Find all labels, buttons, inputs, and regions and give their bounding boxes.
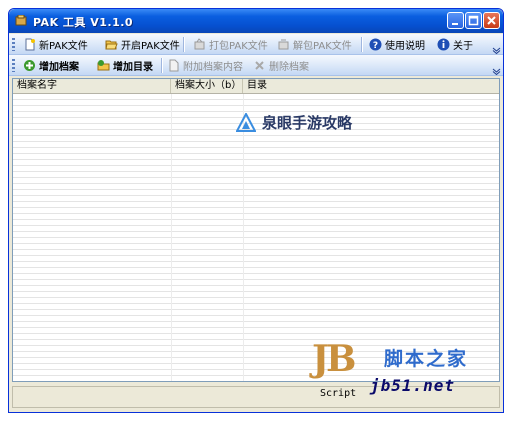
delete-icon <box>255 61 264 70</box>
close-icon <box>487 16 496 25</box>
minimize-icon <box>452 23 458 25</box>
column-divider <box>171 94 172 381</box>
open-pak-button[interactable]: 开启PAK文件 <box>105 37 180 52</box>
toolbar-separator <box>161 58 163 73</box>
help-button[interactable]: ? 使用说明 <box>369 37 425 52</box>
center-watermark: 泉眼手游攻略 <box>236 112 352 133</box>
list-header: 档案名字 档案大小（b） 目录 <box>13 79 499 94</box>
toolbar-separator <box>361 37 363 52</box>
close-button[interactable] <box>483 12 500 29</box>
file-toolbar: 增加档案 增加目录 附加档案内容 删除档案 <box>9 55 503 76</box>
title-bar[interactable]: PAK 工具 V1.1.0 <box>9 9 503 33</box>
column-divider <box>243 94 244 381</box>
watermark-logo-icon <box>236 112 256 132</box>
append-content-label: 附加档案内容 <box>183 62 243 73</box>
svg-text:?: ? <box>373 41 378 51</box>
main-toolbar: 新PAK文件 开启PAK文件 打包PAK文件 解包PAK文件 ? 使用说明 关于 <box>9 34 503 55</box>
help-icon: ? <box>369 38 382 51</box>
chevron-down-icon[interactable] <box>492 68 501 75</box>
pack-pak-button[interactable]: 打包PAK文件 <box>193 37 268 52</box>
site-name: 脚本之家 <box>384 348 469 370</box>
add-file-label: 增加档案 <box>39 62 79 73</box>
delete-file-label: 删除档案 <box>269 62 309 73</box>
unpack-icon <box>278 39 289 50</box>
app-icon <box>15 15 27 26</box>
unpack-pak-button[interactable]: 解包PAK文件 <box>277 37 352 52</box>
site-watermark: JB Script 脚本之家 jb51.net <box>312 338 512 418</box>
add-folder-icon <box>97 60 110 71</box>
about-label: 关于 <box>453 41 473 52</box>
about-button[interactable]: 关于 <box>437 37 473 52</box>
chevron-down-icon[interactable] <box>492 47 501 54</box>
add-dir-button[interactable]: 增加目录 <box>97 58 153 73</box>
maximize-button[interactable] <box>465 12 482 29</box>
center-watermark-text: 泉眼手游攻略 <box>262 114 353 132</box>
toolbar-grip[interactable] <box>12 59 15 72</box>
script-label: Script <box>320 388 357 399</box>
open-folder-icon <box>105 40 118 50</box>
append-content-button[interactable]: 附加档案内容 <box>167 58 243 73</box>
window-title: PAK 工具 V1.1.0 <box>33 16 134 29</box>
help-label: 使用说明 <box>385 41 425 52</box>
add-file-button[interactable]: 增加档案 <box>23 58 79 73</box>
column-header-directory[interactable]: 目录 <box>243 79 499 93</box>
document-icon <box>169 59 179 72</box>
pack-pak-label: 打包PAK文件 <box>209 41 268 52</box>
info-icon <box>437 38 450 51</box>
toolbar-separator <box>183 37 185 52</box>
add-file-icon <box>24 60 35 71</box>
add-dir-label: 增加目录 <box>113 62 153 73</box>
toolbar-grip[interactable] <box>12 38 15 51</box>
jb-logo: JB <box>312 338 357 380</box>
new-file-icon <box>25 38 35 51</box>
column-header-name[interactable]: 档案名字 <box>13 79 171 93</box>
open-pak-label: 开启PAK文件 <box>121 41 180 52</box>
unpack-pak-label: 解包PAK文件 <box>293 41 352 52</box>
new-pak-label: 新PAK文件 <box>39 41 88 52</box>
column-header-size[interactable]: 档案大小（b） <box>171 79 243 93</box>
maximize-icon <box>468 15 479 26</box>
site-url: jb51.net <box>370 376 456 395</box>
minimize-button[interactable] <box>447 12 464 29</box>
new-pak-button[interactable]: 新PAK文件 <box>23 37 88 52</box>
pack-icon <box>194 38 205 50</box>
delete-file-button[interactable]: 删除档案 <box>253 58 309 73</box>
